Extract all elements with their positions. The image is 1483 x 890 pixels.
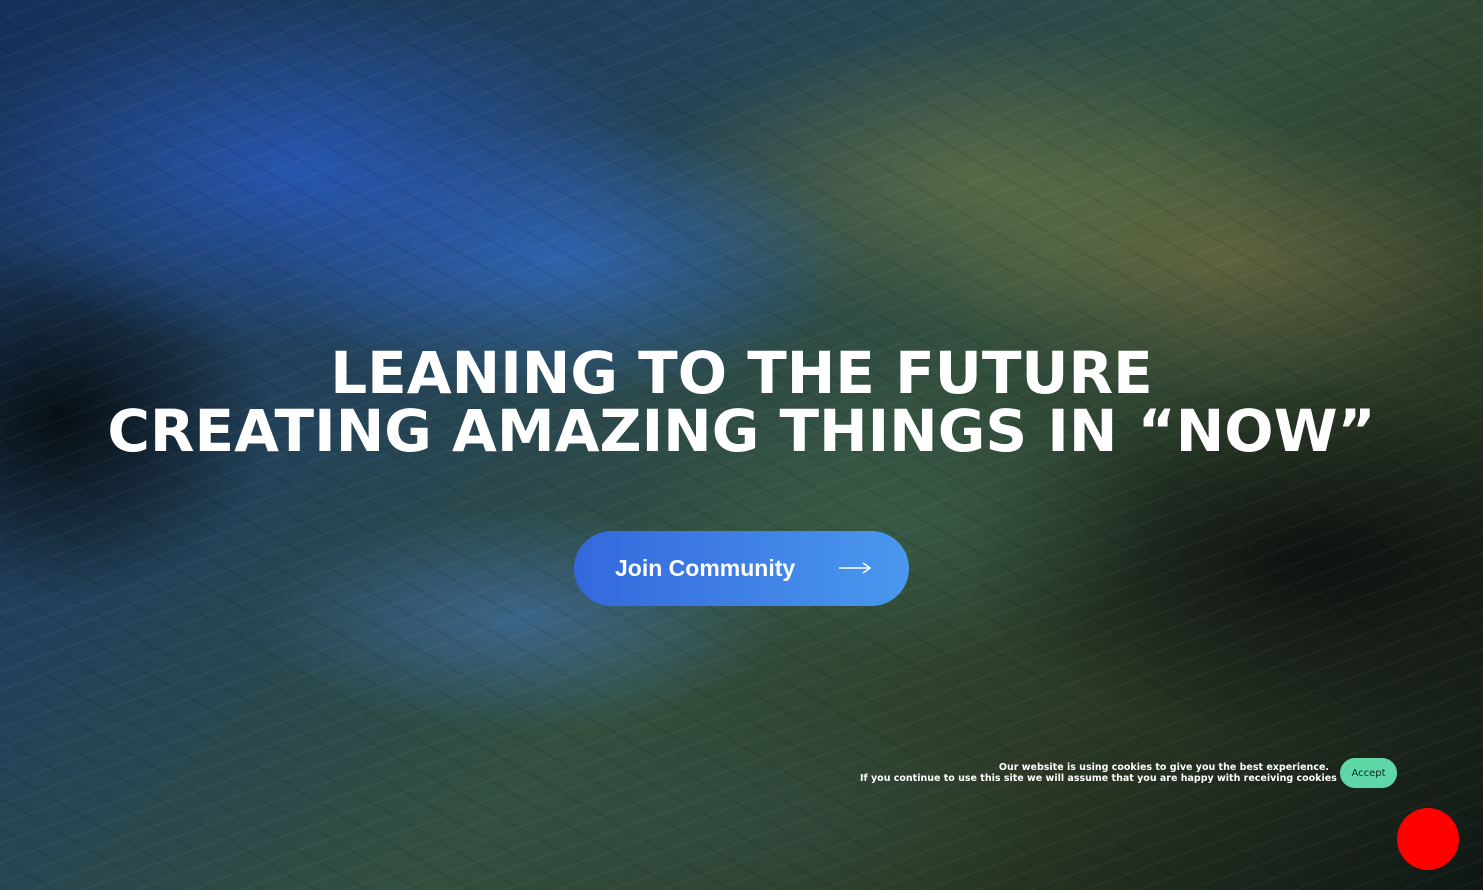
cookie-notice-line-2: If you continue to use this site we will… (860, 772, 1337, 784)
join-community-button[interactable]: Join Community (574, 531, 909, 606)
hero-title-line-1: LEANING TO THE FUTURE (330, 339, 1153, 407)
cookie-notice-line-1: Our website is using cookies to give you… (998, 762, 1329, 773)
chat-widget-button[interactable] (1397, 808, 1459, 870)
join-community-label: Join Community (615, 555, 796, 581)
arrow-right-icon (839, 562, 872, 574)
accept-cookies-button[interactable]: Accept (1340, 758, 1397, 788)
cookie-notice-text: Our website is using cookies to give you… (860, 762, 1337, 784)
hero-title: LEANING TO THE FUTURE CREATING AMAZING T… (0, 344, 1483, 460)
hero-title-line-2: CREATING AMAZING THINGS IN “NOW” (107, 397, 1376, 465)
